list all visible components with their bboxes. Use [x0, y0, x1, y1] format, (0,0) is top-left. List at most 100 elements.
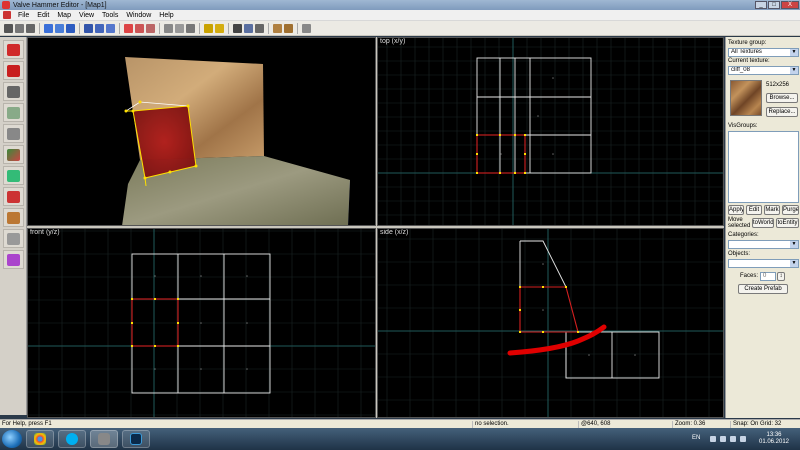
menu-view[interactable]: View [75, 12, 98, 19]
tool-camera[interactable] [3, 82, 24, 101]
chevron-down-icon[interactable]: ▼ [790, 49, 798, 56]
copy-icon[interactable] [175, 23, 184, 33]
hide-selected-icon[interactable] [95, 23, 104, 33]
grid-toggle-icon[interactable] [4, 23, 13, 33]
texture-group-select[interactable]: All Textures ▼ [728, 48, 799, 57]
grid-larger-icon[interactable] [26, 23, 35, 33]
edit-button[interactable]: Edit [746, 205, 762, 215]
taskbar-skype[interactable] [58, 430, 86, 448]
tie-entity-icon[interactable] [66, 23, 75, 33]
status-zoom: Zoom: 0.36 [672, 421, 728, 428]
tool-selection[interactable] [3, 40, 24, 59]
toolbar [0, 21, 800, 36]
tool-vertex[interactable] [3, 229, 24, 248]
align-icon[interactable] [204, 23, 213, 33]
viewport-front[interactable]: front (y/z) [27, 228, 376, 418]
categories-select[interactable]: ▼ [728, 240, 799, 249]
vertex-handle[interactable] [131, 109, 135, 113]
vertex-handle[interactable] [194, 164, 198, 168]
taskbar-chrome[interactable] [26, 430, 54, 448]
viewport-label: front (y/z) [30, 229, 60, 236]
texture-preview-image[interactable] [730, 80, 762, 116]
current-texture-select[interactable]: cliff_08 ▼ [728, 66, 799, 75]
tool-magnify[interactable] [3, 61, 24, 80]
flip-icon[interactable] [215, 23, 224, 33]
pointer-icon [7, 43, 20, 56]
viewport-label: side (x/z) [380, 229, 409, 236]
vertex-handle[interactable] [168, 170, 172, 174]
purge-button[interactable]: Purge [782, 205, 799, 215]
grid-smaller-icon[interactable] [15, 23, 24, 33]
start-button[interactable] [2, 430, 22, 448]
objects-select[interactable]: ▼ [728, 259, 799, 268]
menu-help[interactable]: Help [155, 12, 177, 19]
minimize-button[interactable]: _ [755, 1, 767, 9]
menu-window[interactable]: Window [122, 12, 155, 19]
flag-icon[interactable] [740, 436, 746, 442]
tool-block[interactable] [3, 124, 24, 143]
chevron-down-icon[interactable]: ▼ [790, 241, 798, 248]
chevron-down-icon[interactable]: ▼ [790, 67, 798, 74]
to-world-button[interactable]: toWorld [752, 218, 774, 228]
tool-entity[interactable] [3, 103, 24, 122]
texture-group-value: All Textures [731, 49, 762, 55]
select-icon[interactable] [233, 23, 242, 33]
browse-button[interactable]: Browse... [766, 93, 798, 103]
texture-lock-icon[interactable] [84, 23, 93, 33]
faces-input[interactable]: 0 [760, 272, 776, 281]
chevron-down-icon[interactable]: ▼ [790, 260, 798, 267]
to-entity-button[interactable]: toEntity [776, 218, 799, 228]
vertex-handle[interactable] [186, 104, 190, 108]
document-icon[interactable] [3, 11, 11, 19]
hollow-icon[interactable] [135, 23, 144, 33]
close-button[interactable]: X [781, 1, 799, 9]
tool-clip[interactable] [3, 208, 24, 227]
carve-icon[interactable] [124, 23, 133, 33]
menu-edit[interactable]: Edit [33, 12, 53, 19]
viewport-3d[interactable] [27, 37, 376, 226]
taskbar-photoshop[interactable] [122, 430, 150, 448]
horizontal-splitter[interactable] [27, 226, 724, 228]
taskbar-hammer[interactable] [90, 430, 118, 448]
clock[interactable]: 13:36 01.06.2012 [754, 432, 794, 446]
apply-texture-icon [7, 169, 20, 182]
maximize-button[interactable]: □ [768, 1, 780, 9]
toolbar-separator [159, 22, 160, 34]
menu-tools[interactable]: Tools [98, 12, 122, 19]
menu-map[interactable]: Map [53, 12, 75, 19]
volume-icon[interactable] [730, 436, 736, 442]
tool-texture[interactable] [3, 145, 24, 164]
create-prefab-button[interactable]: Create Prefab [738, 284, 788, 294]
paste-icon[interactable] [186, 23, 195, 33]
help-icon[interactable] [302, 23, 311, 33]
notification-arrow-icon[interactable] [710, 436, 716, 442]
make-hollow-icon[interactable] [146, 23, 155, 33]
cut-icon[interactable] [164, 23, 173, 33]
photoshop-icon [130, 433, 142, 445]
viewport-side[interactable]: side (x/z) [377, 228, 724, 418]
visgroups-list[interactable] [728, 131, 799, 203]
network-icon[interactable] [720, 436, 726, 442]
run-map-icon[interactable] [284, 23, 293, 33]
tool-palette [0, 37, 27, 415]
vertex-handle[interactable] [138, 100, 142, 104]
viewport-top[interactable]: top (x/y) [377, 37, 724, 226]
tool-apply-texture[interactable] [3, 166, 24, 185]
replace-button[interactable]: Replace... [766, 107, 798, 117]
compile-icon[interactable] [273, 23, 282, 33]
group-icon[interactable] [44, 23, 53, 33]
faces-spin-button[interactable]: ↕ [777, 272, 785, 281]
show-all-icon[interactable] [106, 23, 115, 33]
mark-button[interactable]: Mark [764, 205, 780, 215]
tool-path[interactable] [3, 250, 24, 269]
vertex-handle[interactable] [124, 109, 128, 113]
vertex-handle[interactable] [143, 176, 147, 180]
language-indicator[interactable]: EN [692, 435, 700, 441]
menu-file[interactable]: File [14, 12, 33, 19]
zoom-icon[interactable] [244, 23, 253, 33]
camera-icon[interactable] [255, 23, 264, 33]
tool-decal[interactable] [3, 187, 24, 206]
ungroup-icon[interactable] [55, 23, 64, 33]
toolbar-separator [228, 22, 229, 34]
apply-button[interactable]: Apply [728, 205, 744, 215]
